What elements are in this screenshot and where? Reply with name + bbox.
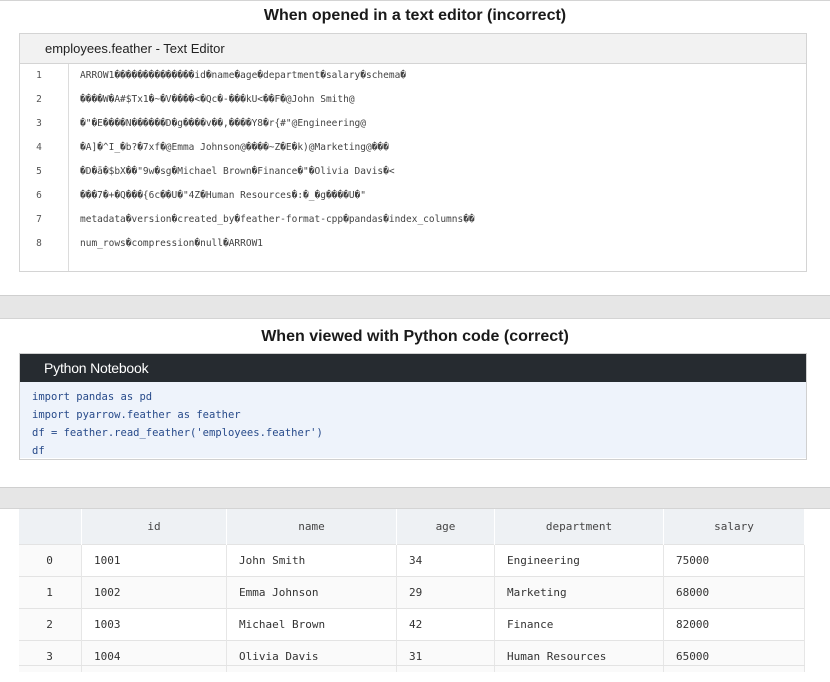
table-row: 0 1001 John Smith 34 Engineering 75000: [19, 544, 805, 577]
cell-id: 1001: [81, 544, 227, 577]
index-header: [19, 509, 82, 545]
notebook-title-bar: Python Notebook: [20, 354, 806, 382]
line-text[interactable]: �A]�^I_�b?�7xf�@Emma Johnson@����~Z�E�k)…: [80, 138, 389, 158]
editor-line: 7 metadata�version�created_by�feather-for…: [20, 210, 806, 230]
line-text[interactable]: ����W�A#$Tx1�~�V����<�Qc�-���kU<��F�@Joh…: [80, 90, 355, 110]
line-number: 3: [36, 118, 42, 129]
line-text[interactable]: ARROW1��������������id�name�age�departme…: [80, 66, 406, 86]
code-line: df: [32, 445, 45, 457]
python-section: When viewed with Python code (correct) P…: [0, 318, 830, 488]
cell-department: Marketing: [494, 576, 664, 609]
cell-salary: 75000: [663, 544, 805, 577]
editor-line: 1 ARROW1��������������id�name�age�departm…: [20, 66, 806, 86]
cell-name: John Smith: [226, 544, 397, 577]
code-cell[interactable]: import pandas as pd import pyarrow.feath…: [20, 382, 806, 458]
table-footer-divider: [19, 665, 805, 676]
line-number: 1: [36, 70, 42, 81]
line-number: 5: [36, 166, 42, 177]
dataframe-output-section: id name age department salary 0 1001 Joh…: [0, 508, 830, 682]
table-row: 1 1002 Emma Johnson 29 Marketing 68000: [19, 576, 805, 609]
text-editor-window: employees.feather - Text Editor 1 ARROW1�…: [19, 33, 807, 272]
dataframe-table: id name age department salary 0 1001 Joh…: [19, 509, 805, 672]
row-index: 0: [19, 544, 82, 577]
cell-age: 29: [396, 576, 495, 609]
cell-department: Engineering: [494, 544, 664, 577]
line-number: 7: [36, 214, 42, 225]
editor-line: 8 num_rows�compression�null�ARROW1: [20, 234, 806, 254]
line-number: 2: [36, 94, 42, 105]
cell-age: 42: [396, 608, 495, 641]
row-index: 2: [19, 608, 82, 641]
column-header-department: department: [494, 509, 664, 545]
table-row: 2 1003 Michael Brown 42 Finance 82000: [19, 608, 805, 641]
code-line: df = feather.read_feather('employees.fea…: [32, 427, 323, 439]
line-text[interactable]: �"�E����N������D�g����v��,����Y8�r{#"@En…: [80, 114, 366, 134]
line-text[interactable]: num_rows�compression�null�ARROW1: [80, 234, 263, 254]
column-header-name: name: [226, 509, 397, 545]
editor-line: 6 ���7�+�Q���{6c��U�"4Z�Human Resources�:…: [20, 186, 806, 206]
section-title-correct: When viewed with Python code (correct): [261, 328, 569, 345]
cell-id: 1003: [81, 608, 227, 641]
cell-salary: 68000: [663, 576, 805, 609]
line-text[interactable]: metadata�version�created_by�feather-form…: [80, 210, 475, 230]
line-number: 8: [36, 238, 42, 249]
table-header-row: id name age department salary: [19, 509, 805, 545]
editor-line: 4 �A]�^I_�b?�7xf�@Emma Johnson@����~Z�E�k…: [20, 138, 806, 158]
cell-salary: 82000: [663, 608, 805, 641]
editor-line: 2 ����W�A#$Tx1�~�V����<�Qc�-���kU<��F�@Jo…: [20, 90, 806, 110]
section-title-incorrect: When opened in a text editor (incorrect): [263, 7, 567, 24]
editor-title-bar: employees.feather - Text Editor: [20, 34, 806, 64]
code-line: import pandas as pd: [32, 391, 153, 403]
code-line: import pyarrow.feather as feather: [32, 409, 241, 421]
cell-department: Finance: [494, 608, 664, 641]
cell-age: 34: [396, 544, 495, 577]
editor-line: 3 �"�E����N������D�g����v��,����Y8�r{#"@E…: [20, 114, 806, 134]
column-header-age: age: [396, 509, 495, 545]
cell-name: Michael Brown: [226, 608, 397, 641]
text-editor-section: When opened in a text editor (incorrect)…: [0, 0, 830, 296]
python-notebook: Python Notebook import pandas as pd impo…: [19, 353, 807, 460]
line-text[interactable]: �D�ā�$bX��"9w�sg�Michael Brown�Finance�"…: [80, 162, 395, 182]
cell-name: Emma Johnson: [226, 576, 397, 609]
column-header-id: id: [81, 509, 227, 545]
line-number: 6: [36, 190, 42, 201]
editor-line: 5 �D�ā�$bX��"9w�sg�Michael Brown�Finance�…: [20, 162, 806, 182]
cell-id: 1002: [81, 576, 227, 609]
row-index: 1: [19, 576, 82, 609]
column-header-salary: salary: [663, 509, 805, 545]
line-text[interactable]: ���7�+�Q���{6c��U�"4Z�Human Resources�:�…: [80, 186, 366, 206]
line-number: 4: [36, 142, 42, 153]
